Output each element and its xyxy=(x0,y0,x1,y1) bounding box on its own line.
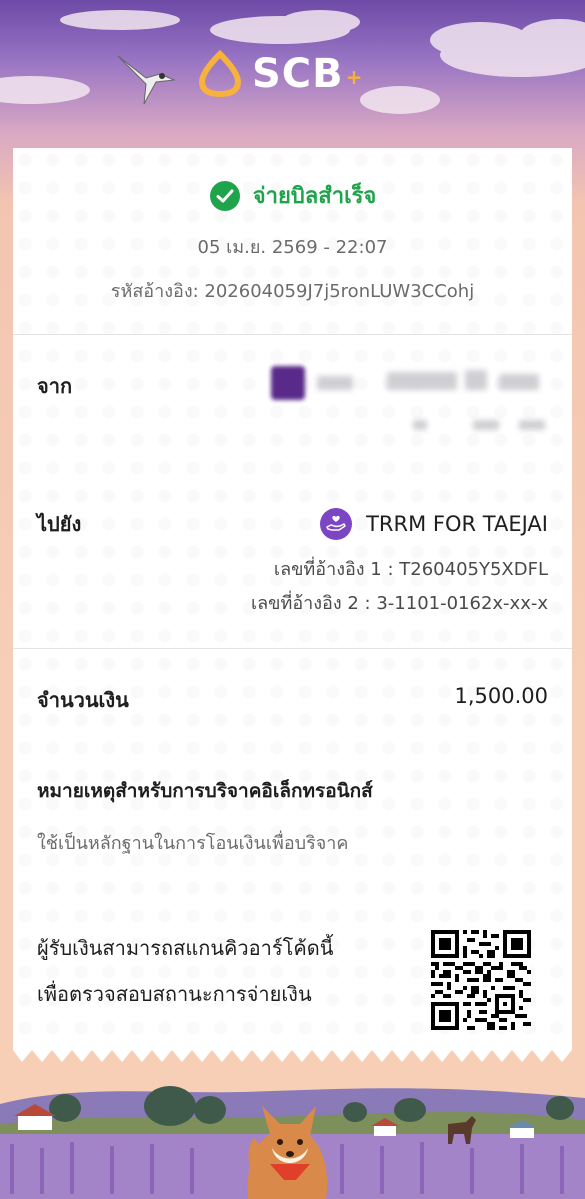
note-title: หมายเหตุสำหรับการบริจาคอิเล็กทรอนิกส์ xyxy=(37,780,373,802)
lavender-field-illustration xyxy=(0,1086,585,1199)
scb-logo: SCB + xyxy=(196,48,362,100)
status-row: จ่ายบิลสำเร็จ xyxy=(13,178,572,213)
brand-plus: + xyxy=(345,65,363,89)
receipt-card: จ่ายบิลสำเร็จ 05 เม.ย. 2569 - 22:07 รหัส… xyxy=(13,148,572,1048)
divider xyxy=(13,334,572,335)
to-label: ไปยัง xyxy=(37,512,82,536)
receipt-torn-edge xyxy=(13,1040,572,1062)
check-circle-icon xyxy=(209,180,240,211)
transaction-datetime: 05 เม.ย. 2569 - 22:07 xyxy=(197,237,388,258)
scb-logo-icon xyxy=(198,50,242,98)
qr-instruction-line-1: ผู้รับเงินสามารถสแกนคิวอาร์โค้ดนี้ xyxy=(37,936,334,960)
payee-row: TRRM FOR TAEJAI xyxy=(320,508,548,540)
reference-code: รหัสอ้างอิง: 202604059J7j5ronLUW3CCohj xyxy=(110,281,475,302)
divider xyxy=(13,648,572,649)
donation-hand-icon xyxy=(320,508,353,540)
reference-2: เลขที่อ้างอิง 2 : 3-1101-0162x-xx-x xyxy=(251,593,548,614)
brand-name: SCB xyxy=(252,51,344,97)
payee-name: TRRM FOR TAEJAI xyxy=(366,512,548,536)
amount-label: จำนวนเงิน xyxy=(37,688,129,712)
qr-instruction-line-2: เพื่อตรวจสอบสถานะการจ่ายเงิน xyxy=(37,982,312,1006)
qr-code[interactable] xyxy=(431,930,531,1030)
from-label: จาก xyxy=(37,374,73,398)
bird-icon xyxy=(117,55,176,105)
amount-value: 1,500.00 xyxy=(454,684,548,708)
reference-1: เลขที่อ้างอิง 1 : T260405Y5XDFL xyxy=(273,559,548,580)
note-text: ใช้เป็นหลักฐานในการโอนเงินเพื่อบริจาค xyxy=(37,833,349,854)
status-title: จ่ายบิลสำเร็จ xyxy=(252,184,377,209)
